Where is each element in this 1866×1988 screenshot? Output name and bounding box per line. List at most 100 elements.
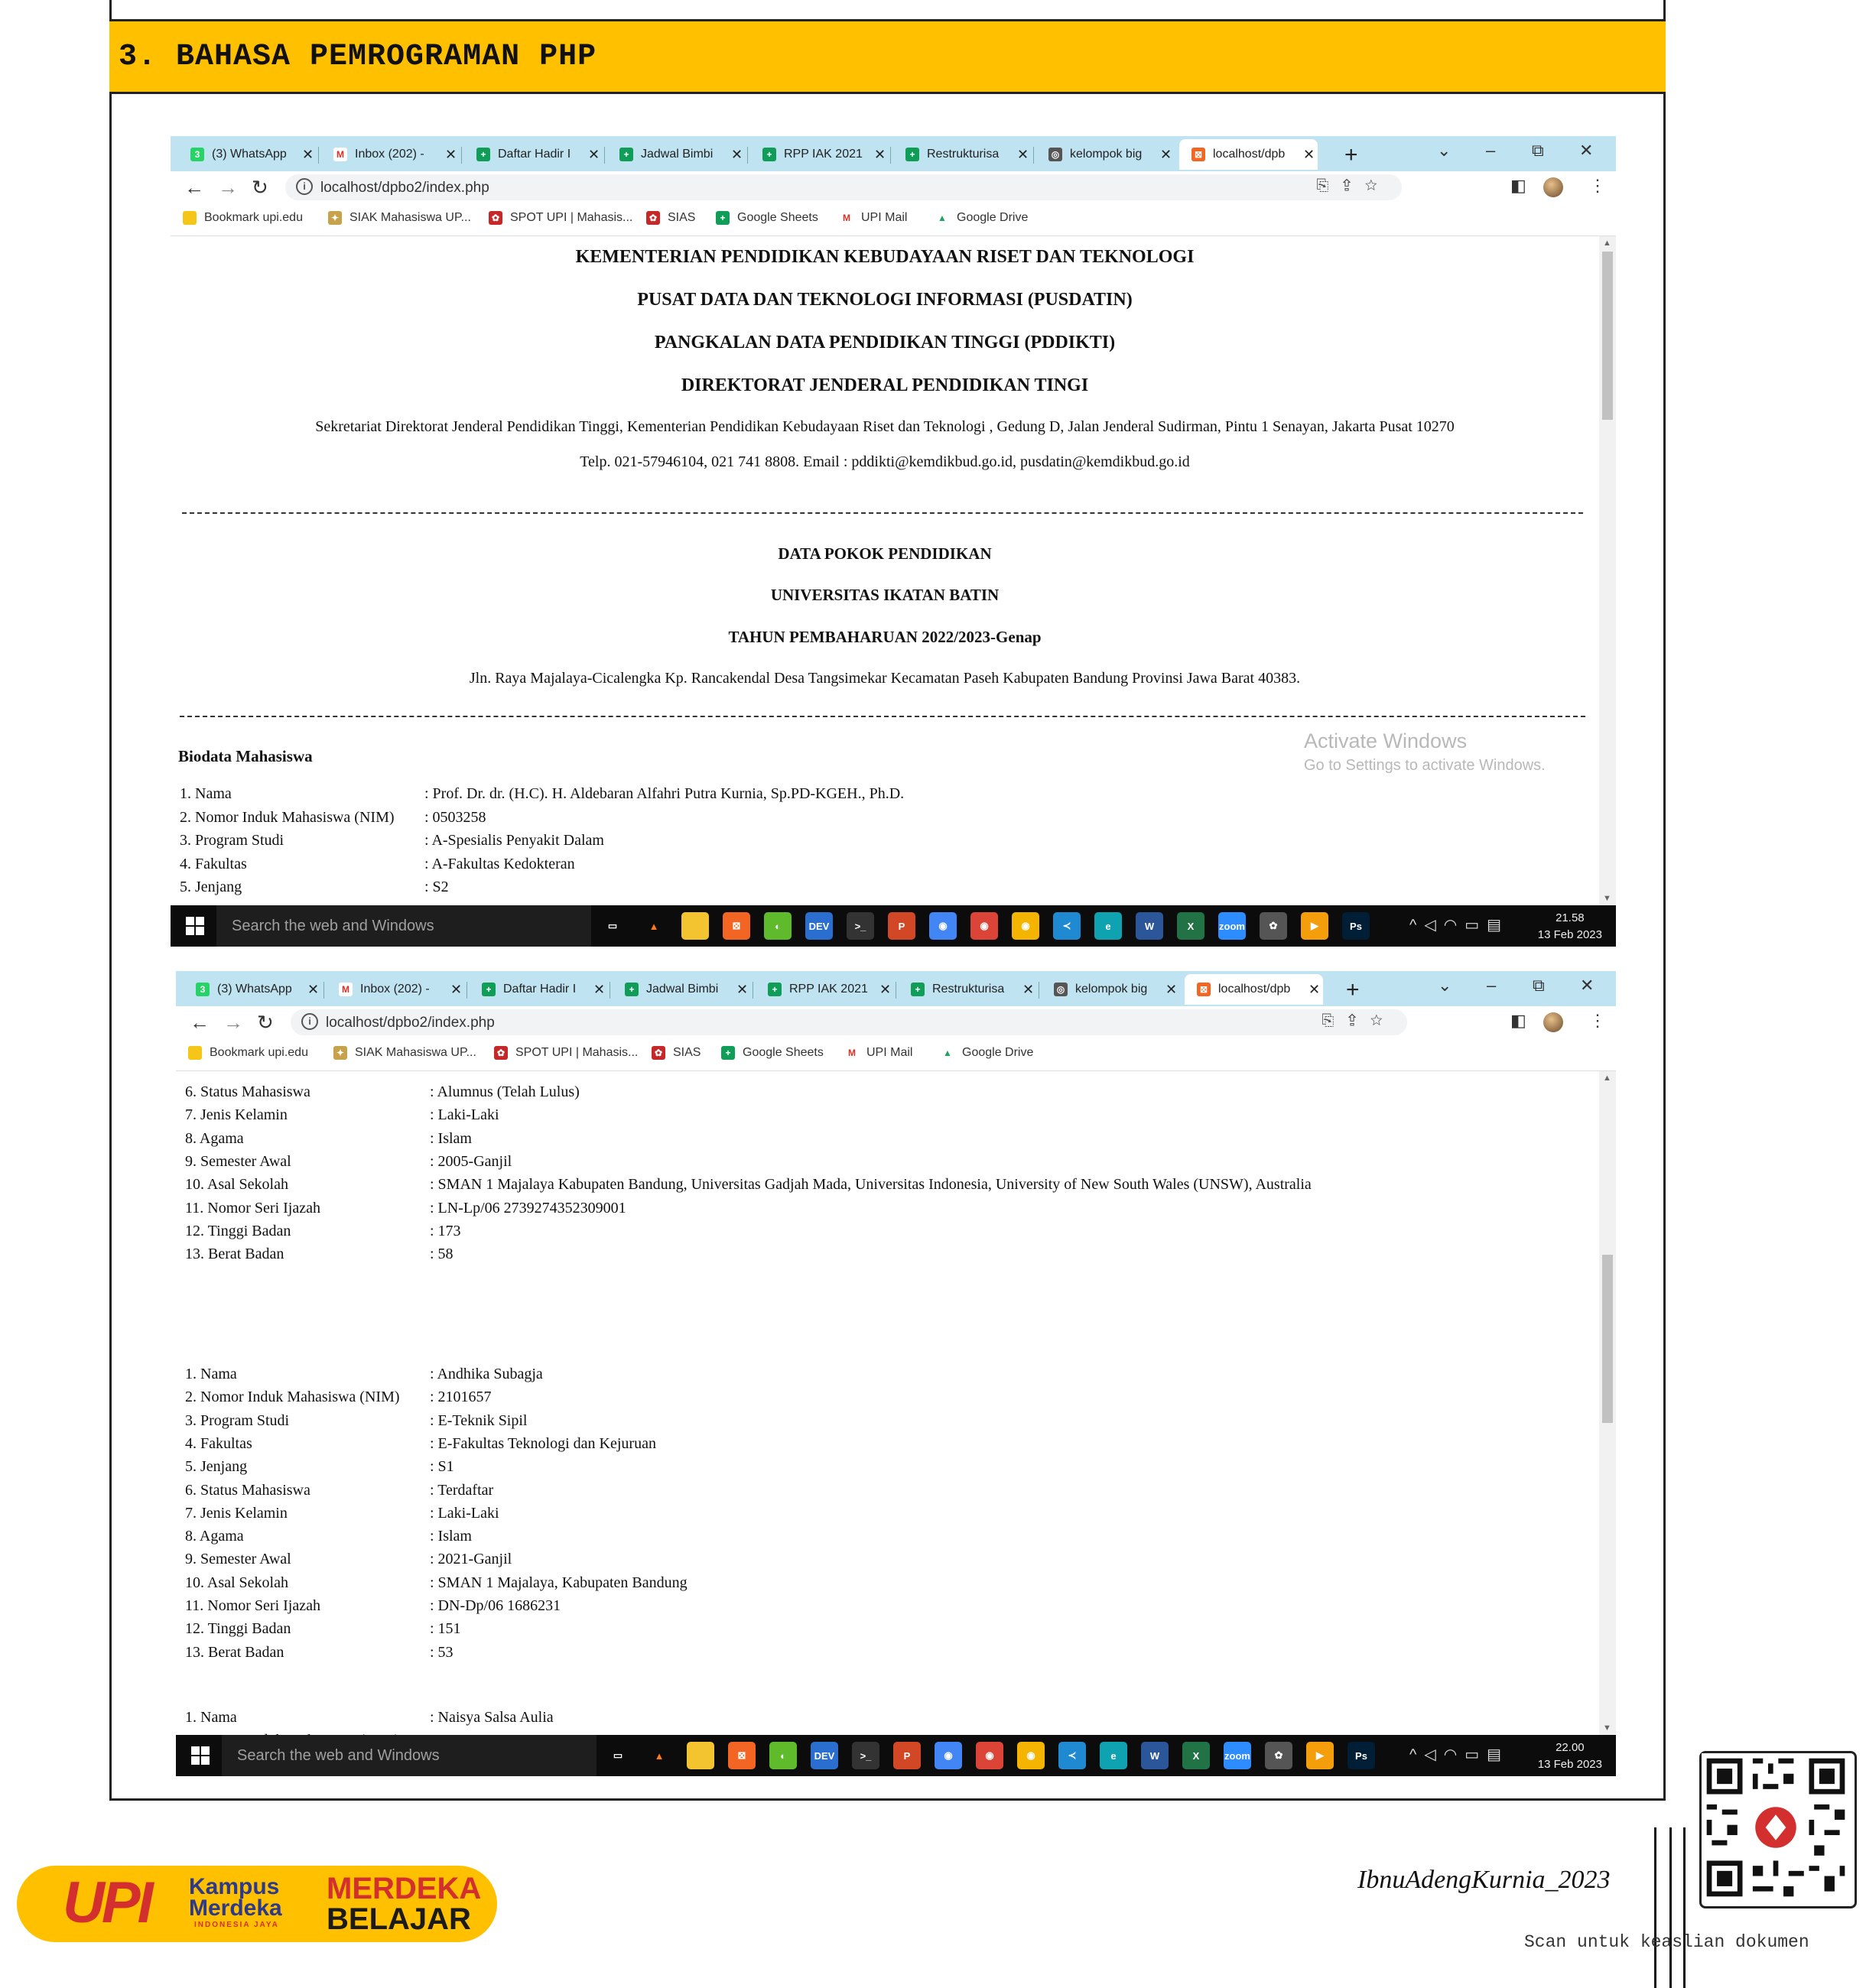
new-tab-button[interactable]: +	[1344, 142, 1358, 168]
tab[interactable]: ⊠ localhost/dpb ✕	[1179, 139, 1318, 170]
battery-icon[interactable]: ▭	[1465, 1746, 1487, 1763]
devcpp-icon[interactable]: DEV	[805, 912, 833, 940]
scroll-up-icon[interactable]: ▲	[1603, 239, 1611, 248]
file-explorer-icon[interactable]	[687, 1742, 714, 1769]
bookmark-item[interactable]: Bookmark upi.edu	[188, 1046, 308, 1060]
new-tab-button[interactable]: +	[1346, 977, 1360, 1003]
close-icon[interactable]: ✕	[302, 147, 314, 163]
star-icon[interactable]: ☆	[1365, 177, 1391, 194]
devcpp-icon[interactable]: DEV	[811, 1742, 838, 1769]
chrome-icon[interactable]: ◉	[976, 1742, 1003, 1769]
tab-search-icon[interactable]: ⌄	[1438, 976, 1452, 996]
scroll-thumb[interactable]	[1602, 252, 1613, 420]
avatar[interactable]	[1543, 177, 1563, 197]
taskbar-search[interactable]: Search the web and Windows	[216, 905, 591, 947]
bookmark-item[interactable]: ✦ SIAK Mahasiswa UP...	[328, 211, 471, 225]
reload-icon[interactable]: ↻	[252, 176, 268, 200]
close-icon[interactable]: ✕	[874, 147, 886, 163]
xampp-icon[interactable]: ⊠	[723, 912, 750, 940]
xampp-icon[interactable]: ⊠	[728, 1742, 756, 1769]
scroll-up-icon[interactable]: ▲	[1603, 1074, 1611, 1083]
tab[interactable]: ⊠ localhost/dpb ✕	[1185, 974, 1323, 1005]
chrome-icon[interactable]: ◉	[929, 912, 957, 940]
back-icon[interactable]: ←	[190, 1011, 210, 1035]
scrollbar[interactable]: ▲ ▼	[1599, 236, 1616, 905]
task-view-icon[interactable]: ▭	[599, 912, 626, 940]
close-window-button[interactable]: ✕	[1580, 976, 1594, 996]
reload-icon[interactable]: ↻	[257, 1011, 274, 1035]
close-icon[interactable]: ✕	[450, 982, 462, 998]
tab[interactable]: + Daftar Hadir I ✕	[464, 139, 603, 170]
close-icon[interactable]: ✕	[879, 982, 891, 998]
system-tray[interactable]: ^◁◠▭▤	[1409, 1745, 1509, 1764]
close-icon[interactable]: ✕	[445, 147, 457, 163]
tab[interactable]: + Restrukturisa ✕	[899, 974, 1037, 1005]
vscode-icon[interactable]: ≺	[1058, 1742, 1086, 1769]
close-icon[interactable]: ✕	[736, 982, 748, 998]
photoshop-icon[interactable]: Ps	[1342, 912, 1370, 940]
close-icon[interactable]: ✕	[731, 147, 743, 163]
tab[interactable]: M Inbox (202) - ✕	[327, 974, 465, 1005]
bookmark-item[interactable]: M UPI Mail	[845, 1046, 912, 1060]
tab[interactable]: + Jadwal Bimbi ✕	[613, 974, 751, 1005]
media-icon[interactable]: ▶	[1306, 1742, 1334, 1769]
chrome-icon[interactable]: ◉	[970, 912, 998, 940]
taskbar-search[interactable]: Search the web and Windows	[222, 1735, 597, 1776]
tab[interactable]: + Jadwal Bimbi ✕	[607, 139, 746, 170]
tab[interactable]: + RPP IAK 2021 ✕	[756, 974, 894, 1005]
back-icon[interactable]: ←	[184, 176, 204, 200]
menu-icon[interactable]: ⋮	[1589, 1011, 1606, 1031]
forward-icon[interactable]: →	[218, 176, 238, 200]
tab[interactable]: + RPP IAK 2021 ✕	[750, 139, 889, 170]
bookmark-item[interactable]: + Google Sheets	[721, 1046, 824, 1060]
translate-icon[interactable]: ⎘	[1316, 177, 1342, 194]
clock[interactable]: 22.00 13 Feb 2023	[1538, 1740, 1602, 1773]
close-icon[interactable]: ✕	[307, 982, 319, 998]
close-icon[interactable]: ✕	[1160, 147, 1172, 163]
close-window-button[interactable]: ✕	[1579, 141, 1593, 161]
scroll-thumb[interactable]	[1602, 1255, 1613, 1423]
bookmark-item[interactable]: ▲ Google Drive	[935, 211, 1028, 225]
tab-search-icon[interactable]: ⌄	[1437, 141, 1451, 161]
wifi-icon[interactable]: ◠	[1444, 917, 1465, 934]
address-bar[interactable]: i localhost/dpbo2/index.php ⎘⇪☆	[285, 174, 1402, 200]
bookmark-item[interactable]: ✦ SIAK Mahasiswa UP...	[333, 1046, 476, 1060]
zoom-icon[interactable]: zoom	[1224, 1742, 1251, 1769]
close-icon[interactable]: ✕	[1165, 982, 1177, 998]
restore-button[interactable]: ⧉	[1532, 141, 1544, 161]
bookmark-item[interactable]: ✿ SIAS	[652, 1046, 701, 1060]
vscode-icon[interactable]: ≺	[1053, 912, 1081, 940]
powerpoint-icon[interactable]: P	[888, 912, 915, 940]
translate-icon[interactable]: ⎘	[1321, 1012, 1347, 1029]
address-bar[interactable]: i localhost/dpbo2/index.php ⎘⇪☆	[291, 1009, 1407, 1035]
close-icon[interactable]: ✕	[1022, 982, 1034, 998]
task-view-icon[interactable]: ▭	[604, 1742, 632, 1769]
share-icon[interactable]: ⇪	[1347, 1012, 1370, 1029]
close-icon[interactable]: ✕	[1308, 982, 1320, 998]
tab[interactable]: ◎ kelompok big ✕	[1042, 974, 1180, 1005]
excel-icon[interactable]: X	[1182, 1742, 1210, 1769]
bookmark-item[interactable]: Bookmark upi.edu	[183, 211, 303, 225]
scroll-down-icon[interactable]: ▼	[1603, 894, 1611, 903]
bookmark-item[interactable]: + Google Sheets	[716, 211, 818, 225]
media-icon[interactable]: ▶	[1301, 912, 1328, 940]
windows-start-icon[interactable]	[186, 917, 204, 935]
clock[interactable]: 21.58 13 Feb 2023	[1538, 910, 1602, 944]
tab[interactable]: + Daftar Hadir I ✕	[470, 974, 608, 1005]
wifi-icon[interactable]: ◠	[1444, 1746, 1465, 1763]
battery-icon[interactable]: ▭	[1465, 917, 1487, 934]
edge-icon[interactable]: e	[1100, 1742, 1127, 1769]
settings-icon[interactable]: ✿	[1260, 912, 1287, 940]
qr-code[interactable]	[1699, 1751, 1857, 1908]
site-info-icon[interactable]: i	[301, 1013, 318, 1030]
settings-icon[interactable]: ✿	[1265, 1742, 1292, 1769]
star-icon[interactable]: ☆	[1370, 1012, 1396, 1029]
tab[interactable]: + Restrukturisa ✕	[893, 139, 1032, 170]
notification-icon[interactable]: ▤	[1487, 917, 1509, 934]
bookmark-item[interactable]: ✿ SIAS	[646, 211, 695, 225]
notification-icon[interactable]: ▤	[1487, 1746, 1509, 1763]
chevron-up-icon[interactable]: ^	[1409, 1746, 1424, 1763]
tab[interactable]: 3 (3) WhatsApp ✕	[184, 974, 322, 1005]
restore-button[interactable]: ⧉	[1533, 976, 1545, 996]
bookmark-item[interactable]: ✿ SPOT UPI | Mahasis...	[494, 1046, 638, 1060]
